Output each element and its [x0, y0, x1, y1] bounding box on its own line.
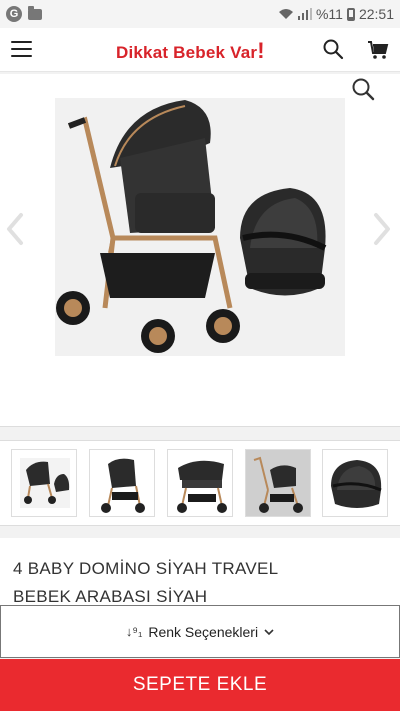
google-icon: G [6, 6, 22, 22]
sort-icon: ↓⁹₁ [125, 624, 143, 639]
color-options-button[interactable]: ↓⁹₁ Renk Seçenekleri [0, 605, 400, 658]
status-bar: G %11 22:51 [0, 0, 400, 28]
cart-icon[interactable] [367, 39, 389, 61]
folder-icon [28, 5, 42, 20]
thumbnail-2[interactable] [89, 449, 155, 517]
thumbnail-3-image [177, 460, 227, 513]
clock: 22:51 [358, 6, 394, 22]
product-photo [55, 98, 345, 356]
thumbnail-1[interactable] [11, 449, 77, 517]
thumbnail-4[interactable] [245, 449, 311, 517]
add-to-cart-button[interactable]: SEPETE EKLE [0, 659, 400, 711]
thumbnail-strip [0, 440, 400, 526]
thumbnail-3[interactable] [167, 449, 233, 517]
logo-exclamation: ! [257, 38, 265, 63]
logo-text-dikkat: Dikkat [116, 43, 174, 62]
thumbnail-1-image [20, 458, 70, 508]
color-options-label: Renk Seçenekleri [148, 623, 259, 640]
battery-icon [346, 7, 355, 21]
previous-image-icon[interactable] [4, 211, 26, 247]
site-logo[interactable]: Dikkat Bebek Var! [116, 38, 265, 64]
thumbnail-2-image [101, 458, 145, 513]
signal-icon [297, 8, 312, 20]
app-header: Dikkat Bebek Var! [0, 28, 400, 72]
next-image-icon[interactable] [371, 211, 393, 247]
battery-percent: %11 [315, 6, 343, 22]
logo-text-bebek-var: Bebek Var [173, 43, 258, 62]
zoom-icon[interactable] [350, 76, 376, 102]
product-image-viewer[interactable] [0, 74, 400, 427]
search-icon[interactable] [322, 38, 344, 60]
chevron-down-icon [264, 628, 274, 635]
thumbnail-5[interactable] [322, 449, 388, 517]
product-title: 4 BABY DOMİNO SİYAH TRAVEL BEBEK ARABASI… [13, 559, 278, 606]
hamburger-menu-icon[interactable] [11, 41, 32, 57]
thumbnail-5-image [331, 460, 382, 508]
wifi-icon [278, 9, 293, 19]
thumbnail-4-image [253, 456, 303, 513]
